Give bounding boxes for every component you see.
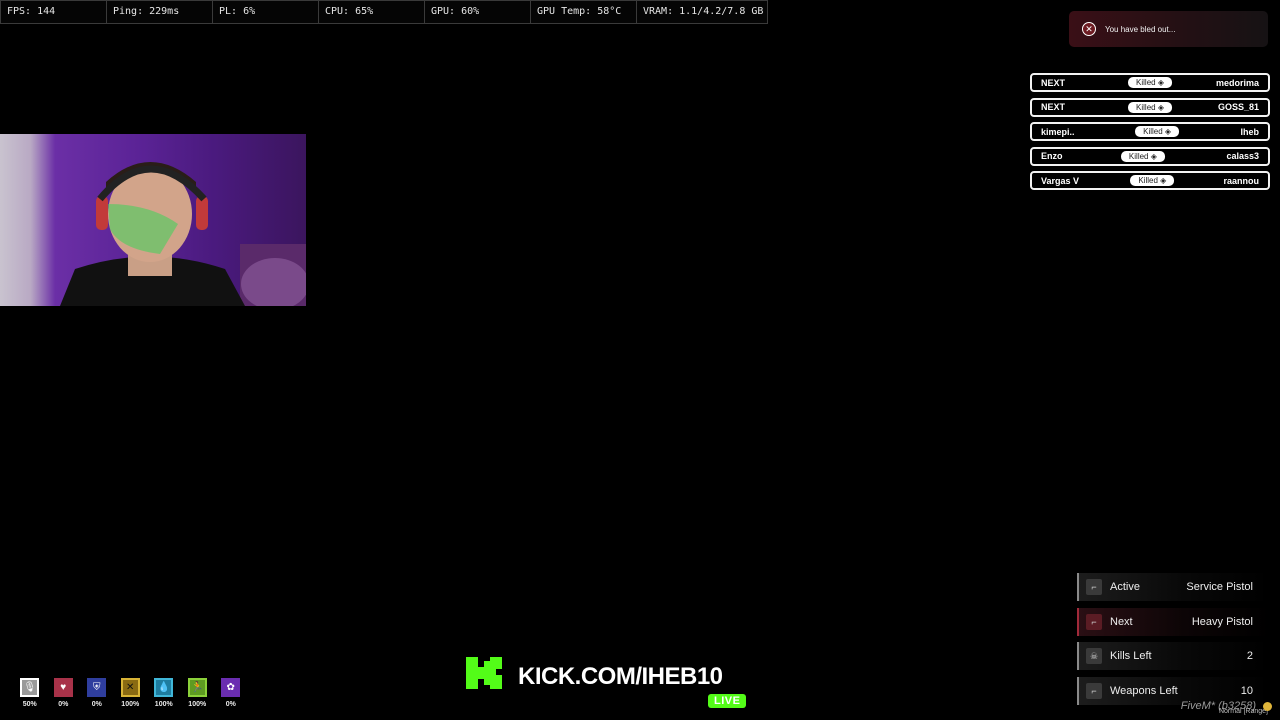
skull-icon: ☠ xyxy=(1086,648,1102,664)
status-health: ♥ 0% xyxy=(47,678,81,708)
killer-name: Enzo xyxy=(1041,151,1063,161)
killed-badge: Killed ◈ xyxy=(1128,101,1172,113)
voice-indicator-icon xyxy=(1263,702,1272,711)
fps-readout: FPS: 144 xyxy=(1,1,107,23)
pistol-icon: ⌐ xyxy=(1086,579,1102,595)
gungame-value: 2 xyxy=(1246,650,1253,662)
voice-mode: Normal [Range] xyxy=(1218,708,1268,715)
ping-readout: Ping: 229ms xyxy=(107,1,213,23)
webcam-feed xyxy=(0,134,306,306)
killfeed-row: NEXT Killed ◈ GOSS_81 xyxy=(1030,97,1270,117)
victim-name: GOSS_81 xyxy=(1217,102,1259,112)
status-voice: 🎙 50% xyxy=(13,678,47,708)
killed-badge: Killed ◈ xyxy=(1135,126,1180,137)
gungame-label: Kills Left xyxy=(1110,650,1152,662)
gungame-value: Heavy Pistol xyxy=(1191,615,1253,628)
status-value: 50% xyxy=(22,701,37,708)
status-hunger: ✕ 100% xyxy=(114,678,148,708)
killfeed: NEXT Killed ◈ medorima NEXT Killed ◈ GOS… xyxy=(1030,73,1270,196)
status-value: 100% xyxy=(154,701,173,708)
gungame-row-next: ⌐ Next Heavy Pistol xyxy=(1077,607,1270,636)
killer-name: kimepi.. xyxy=(1041,126,1075,137)
status-value: 100% xyxy=(188,701,207,708)
killed-badge: Killed ◈ xyxy=(1128,77,1172,88)
cpu-readout: CPU: 65% xyxy=(319,1,425,23)
killfeed-row: NEXT Killed ◈ medorima xyxy=(1030,73,1270,92)
shield-icon: ⛨ xyxy=(87,678,107,697)
gungame-row-active: ⌐ Active Service Pistol xyxy=(1077,573,1270,601)
killer-name: NEXT xyxy=(1041,102,1066,112)
victim-name: raannou xyxy=(1223,175,1259,186)
victim-name: calass3 xyxy=(1226,151,1259,161)
gpu-readout: GPU: 60% xyxy=(425,1,531,23)
killed-badge: Killed ◈ xyxy=(1130,175,1175,186)
killer-name: Vargas V xyxy=(1041,175,1080,186)
gungame-value: 10 xyxy=(1240,684,1253,697)
vram-readout: VRAM: 1.1/4.2/7.8 GB xyxy=(643,6,764,17)
stream-url: KICK.COM/IHEB10 xyxy=(518,663,723,690)
killed-badge: Killed ◈ xyxy=(1120,150,1165,162)
close-circle-icon: ✕ xyxy=(1082,22,1096,36)
status-value: 100% xyxy=(121,701,140,708)
fivem-watermark: FiveM* (b3258) Normal [Range] xyxy=(1181,700,1272,715)
live-badge: LIVE xyxy=(708,694,747,708)
killfeed-row: kimepi.. Killed ◈ Iheb xyxy=(1030,122,1270,141)
status-hud: 🎙 50% ♥ 0% ⛨ 0% ✕ 100% 💧 100% 🏃 100% ✿ 0… xyxy=(13,678,248,708)
gungame-panel: ⌐ Active Service Pistol ⌐ Next Heavy Pis… xyxy=(1077,573,1270,711)
victim-name: Iheb xyxy=(1240,126,1259,137)
killfeed-row: Vargas V Killed ◈ raannou xyxy=(1030,171,1270,190)
gungame-label: Weapons Left xyxy=(1110,684,1178,697)
notification-text: You have bled out... xyxy=(1105,24,1176,34)
status-stress: ✿ 0% xyxy=(214,678,248,708)
status-thirst: 💧 100% xyxy=(147,678,181,708)
performance-overlay: FPS: 144 Ping: 229ms PL: 6% CPU: 65% GPU… xyxy=(0,0,768,24)
status-value: 0% xyxy=(58,701,69,708)
running-icon: 🏃 xyxy=(187,678,207,697)
packet-loss-readout: PL: 6% xyxy=(213,1,319,23)
water-drop-icon: 💧 xyxy=(154,678,174,697)
killer-name: NEXT xyxy=(1041,77,1066,88)
gungame-label: Next xyxy=(1110,615,1133,628)
gpu-temp-readout: GPU Temp: 58°C xyxy=(531,1,637,23)
kick-logo-icon xyxy=(466,657,502,689)
status-armor: ⛨ 0% xyxy=(80,678,114,708)
gungame-row-kills-left: ☠ Kills Left 2 xyxy=(1077,642,1270,670)
fork-knife-icon: ✕ xyxy=(120,678,140,697)
brain-icon: ✿ xyxy=(221,678,241,697)
pistol-icon: ⌐ xyxy=(1086,613,1102,630)
heart-icon: ♥ xyxy=(53,678,73,697)
gungame-label: Active xyxy=(1110,581,1140,593)
status-stamina: 🏃 100% xyxy=(181,678,215,708)
victim-name: medorima xyxy=(1215,77,1259,88)
notification-toast: ✕ You have bled out... xyxy=(1069,11,1268,47)
microphone-icon: 🎙 xyxy=(20,678,40,697)
status-value: 0% xyxy=(91,701,102,708)
gungame-value: Service Pistol xyxy=(1186,581,1253,593)
status-value: 0% xyxy=(225,701,236,708)
killfeed-row: Enzo Killed ◈ calass3 xyxy=(1030,146,1270,166)
pistol-icon: ⌐ xyxy=(1086,682,1102,699)
kick-stream-banner: KICK.COM/IHEB10 LIVE xyxy=(462,651,762,713)
